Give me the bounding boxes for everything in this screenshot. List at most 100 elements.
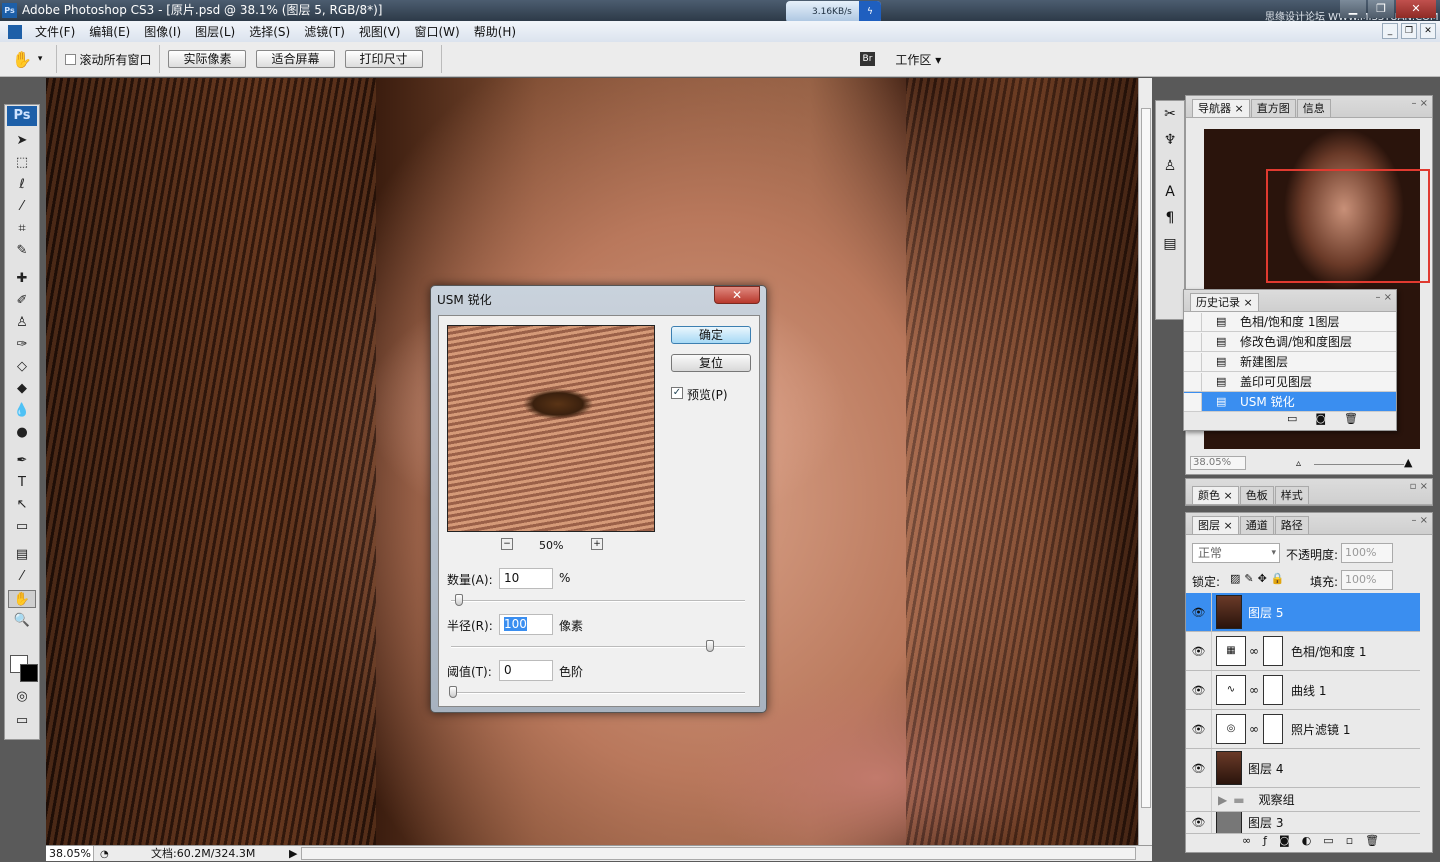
reset-button[interactable]: 复位 [671, 354, 751, 372]
history-brush-icon[interactable]: ✑ [8, 336, 36, 354]
menu-window[interactable]: 窗口(W) [407, 23, 466, 40]
tools-preset-icon[interactable]: ✂ [1156, 101, 1184, 127]
tab-swatches[interactable]: 色板 [1239, 486, 1274, 504]
menu-image[interactable]: 图像(I) [137, 23, 188, 40]
lasso-tool-icon[interactable]: ℓ [8, 176, 36, 194]
tab-paths[interactable]: 路径 [1274, 516, 1309, 534]
status-arrow-icon[interactable]: ▶ [289, 846, 297, 861]
layer-row[interactable]: 👁 图层 4 [1186, 749, 1420, 788]
navigator-zoom-field[interactable]: 38.05% [1190, 456, 1246, 470]
crop-tool-icon[interactable]: ⌗ [8, 220, 36, 238]
preview-checkbox[interactable]: ✓ [671, 387, 683, 399]
panel-controls[interactable]: ▫ × [1410, 481, 1428, 492]
clone-stamp-icon[interactable]: ♙ [8, 314, 36, 332]
menu-help[interactable]: 帮助(H) [467, 23, 523, 40]
visibility-eye-icon[interactable]: 👁 [1186, 632, 1212, 670]
tab-channels[interactable]: 通道 [1239, 516, 1274, 534]
marquee-tool-icon[interactable]: ⬚ [8, 154, 36, 172]
threshold-input[interactable]: 0 [499, 660, 553, 681]
visibility-eye-icon[interactable]: 👁 [1186, 812, 1212, 833]
radius-slider[interactable] [451, 640, 745, 652]
hand-tool-icon[interactable]: ✋ [8, 590, 36, 608]
layer-row[interactable]: 👁 图层 3 [1186, 812, 1420, 834]
navigator-zoom-slider[interactable] [1314, 464, 1404, 465]
paragraph-icon[interactable]: ¶ [1156, 205, 1184, 231]
network-speed-widget[interactable]: 3.16KB/s ϟ [786, 1, 881, 23]
lock-icons[interactable]: ▨✎✥🔒 [1230, 572, 1289, 585]
pen-tool-icon[interactable]: ✒ [8, 452, 36, 470]
amount-slider[interactable] [451, 594, 745, 606]
radius-slider-knob[interactable] [706, 640, 715, 652]
tab-styles[interactable]: 样式 [1274, 486, 1309, 504]
fill-field[interactable]: 100% [1341, 570, 1393, 590]
visibility-toggle[interactable] [1186, 788, 1212, 811]
clone-source-icon[interactable]: ♙ [1156, 153, 1184, 179]
panel-controls[interactable]: – × [1411, 515, 1428, 526]
preview-image[interactable] [447, 325, 655, 532]
workspace-menu[interactable]: 工作区 ▾ [895, 51, 941, 68]
restore-button[interactable]: ❐ [1368, 0, 1394, 18]
zoom-field[interactable]: 38.05% [46, 846, 94, 861]
blend-mode-select[interactable]: 正常 ▾ [1192, 543, 1280, 563]
vertical-scrollbar[interactable] [1138, 78, 1152, 845]
layer-comps-icon[interactable]: ▤ [1156, 231, 1184, 257]
brush-tool-icon[interactable]: ✐ [8, 292, 36, 310]
ok-button[interactable]: 确定 [671, 326, 751, 344]
zoom-in-icon[interactable]: ▲ [1404, 456, 1412, 469]
dodge-tool-icon[interactable]: ● [8, 424, 36, 442]
tab-info[interactable]: 信息 [1296, 99, 1331, 117]
visibility-eye-icon[interactable]: 👁 [1186, 749, 1212, 787]
healing-brush-icon[interactable]: ✚ [8, 270, 36, 288]
doc-minimize-button[interactable]: _ [1382, 23, 1398, 39]
zoom-in-button[interactable]: + [591, 538, 603, 550]
type-tool-icon[interactable]: T [8, 474, 36, 492]
layer-row[interactable]: 👁 图层 5 [1186, 593, 1420, 632]
print-size-button[interactable]: 打印尺寸 [344, 50, 423, 68]
tab-color[interactable]: 颜色 × [1192, 486, 1239, 504]
threshold-slider[interactable] [449, 686, 745, 698]
menu-edit[interactable]: 编辑(E) [82, 23, 137, 40]
menu-file[interactable]: 文件(F) [28, 23, 82, 40]
threshold-slider-knob[interactable] [449, 686, 457, 698]
radius-input[interactable]: 100 [499, 614, 553, 635]
layer-row[interactable]: 👁 ∿ ∞ 曲线 1 [1186, 671, 1420, 710]
history-item[interactable]: ▤ 修改色调/饱和度图层 [1184, 332, 1396, 352]
background-color-swatch[interactable] [20, 664, 38, 682]
scroll-thumb[interactable] [1141, 108, 1151, 808]
move-tool-icon[interactable]: ➤ [8, 132, 36, 150]
layer-actions[interactable]: ∞ƒ◙◐▭▫🗑 [1242, 834, 1391, 847]
visibility-eye-icon[interactable]: 👁 [1186, 593, 1212, 631]
panel-controls[interactable]: – × [1411, 98, 1428, 109]
eyedropper-icon[interactable]: ⁄ [8, 568, 36, 586]
view-box[interactable] [1266, 169, 1430, 283]
scroll-all-checkbox[interactable] [65, 53, 77, 65]
actual-pixels-button[interactable]: 实际像素 [168, 50, 247, 68]
notes-tool-icon[interactable]: ▤ [8, 546, 36, 564]
blur-tool-icon[interactable]: 💧 [8, 402, 36, 420]
panel-controls[interactable]: – × [1375, 292, 1392, 303]
zoom-out-button[interactable]: − [501, 538, 513, 550]
tab-histogram[interactable]: 直方图 [1250, 99, 1296, 117]
tab-history[interactable]: 历史记录 × [1190, 293, 1259, 311]
brushes-icon[interactable]: ♆ [1156, 127, 1184, 153]
quick-mask-icon[interactable]: ◎ [8, 688, 36, 706]
horizontal-scrollbar[interactable] [301, 847, 1136, 860]
tab-layers[interactable]: 图层 × [1192, 516, 1239, 534]
path-selection-icon[interactable]: ↖ [8, 496, 36, 514]
history-item[interactable]: ▤ 盖印可见图层 [1184, 372, 1396, 392]
fit-screen-button[interactable]: 适合屏幕 [256, 50, 335, 68]
magic-wand-icon[interactable]: ⁄ [8, 198, 36, 216]
character-icon[interactable]: A [1156, 179, 1184, 205]
bridge-icon[interactable]: Br [859, 52, 876, 66]
amount-input[interactable]: 10 [499, 568, 553, 589]
history-item[interactable]: ▤ 色相/饱和度 1图层 [1184, 312, 1396, 332]
doc-close-button[interactable]: ✕ [1420, 23, 1436, 39]
menu-view[interactable]: 视图(V) [352, 23, 408, 40]
status-menu-icon[interactable]: ◔ [100, 847, 109, 862]
visibility-eye-icon[interactable]: 👁 [1186, 710, 1212, 748]
opacity-field[interactable]: 100% [1341, 543, 1393, 563]
shape-tool-icon[interactable]: ▭ [8, 518, 36, 536]
hand-tool-icon[interactable]: ✋ [12, 50, 32, 69]
screen-mode-icon[interactable]: ▭ [8, 712, 36, 730]
menu-filter[interactable]: 滤镜(T) [297, 23, 352, 40]
